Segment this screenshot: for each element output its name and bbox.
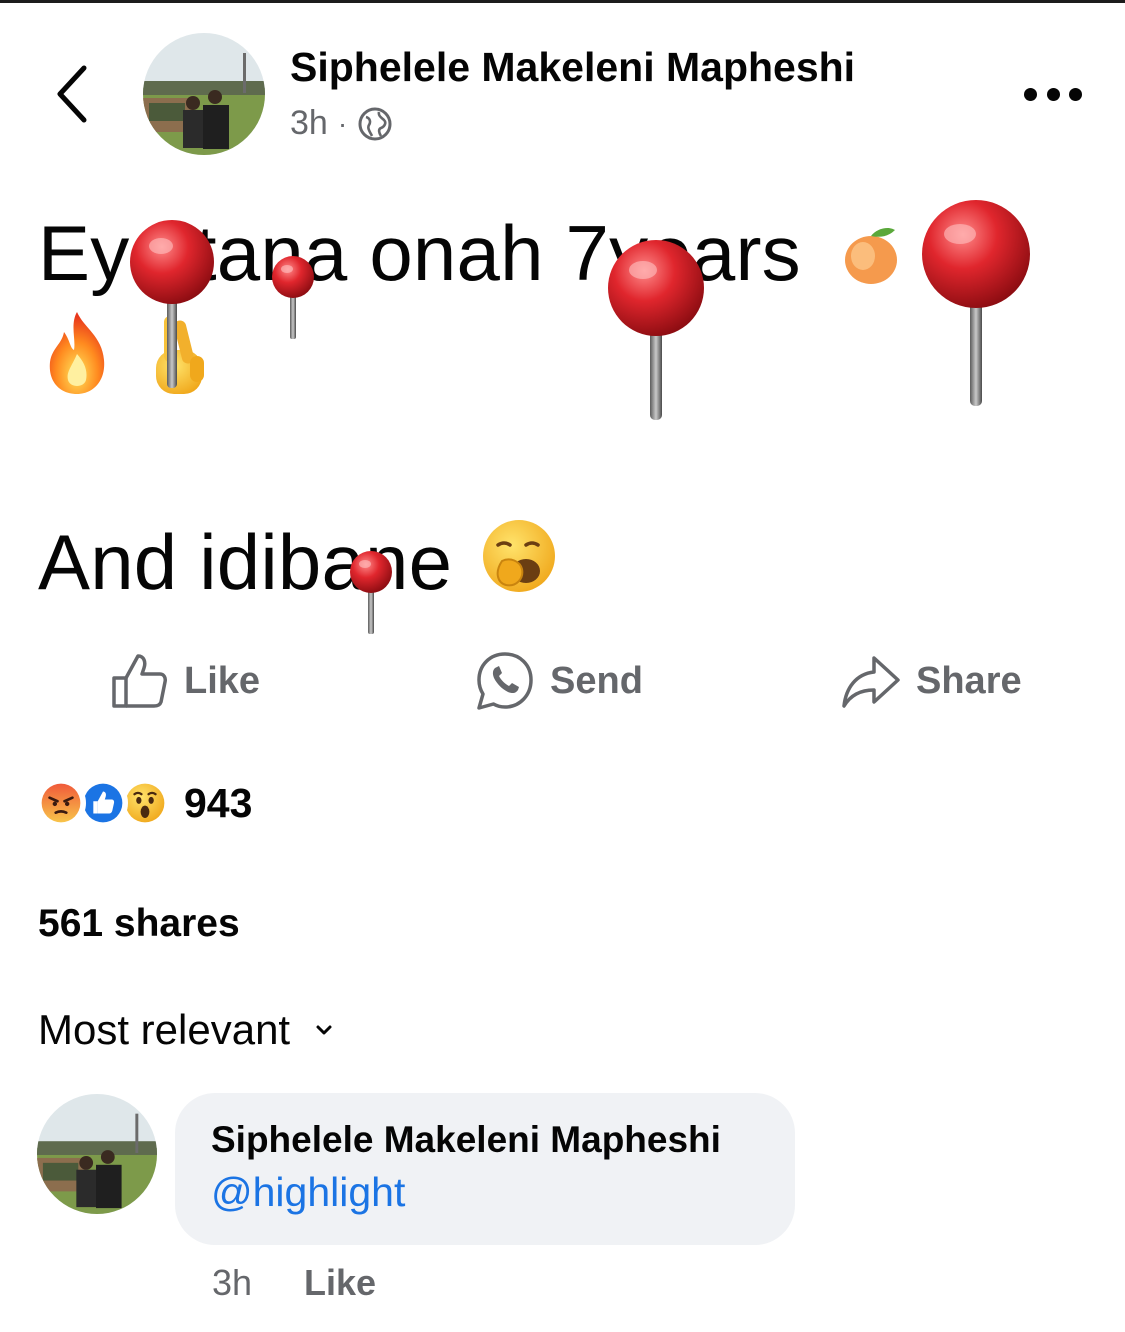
chevron-left-icon — [57, 65, 87, 123]
reactions-summary[interactable]: 943 — [36, 778, 252, 828]
comment-bubble[interactable]: Siphelele Makeleni Mapheshi @highlight — [175, 1093, 795, 1245]
like-button[interactable]: Like — [108, 650, 260, 712]
reaction-count: 943 — [184, 779, 253, 826]
sort-label: Most relevant — [38, 1006, 291, 1053]
post-text-line-2: And idibane — [38, 517, 558, 608]
comment-author[interactable]: Siphelele Makeleni Mapheshi — [211, 1119, 759, 1161]
pushpin-icon — [608, 240, 704, 420]
back-button[interactable] — [44, 58, 100, 130]
shares-count[interactable]: 561 shares — [38, 902, 240, 946]
comment-like-button[interactable]: Like — [304, 1262, 376, 1304]
peach-emoji — [844, 228, 897, 284]
share-label: Share — [916, 659, 1022, 702]
comment-meta: 3h Like — [212, 1262, 376, 1304]
author-name[interactable]: Siphelele Makeleni Mapheshi — [290, 44, 855, 91]
pushpin-icon — [130, 220, 214, 388]
angry-icon — [36, 778, 86, 828]
send-button[interactable]: Send — [474, 650, 643, 712]
pushpin-icon — [350, 551, 392, 634]
thumbs-up-icon — [112, 654, 167, 708]
pushpin-icon — [922, 200, 1030, 406]
top-border — [0, 0, 1125, 3]
more-dot-icon — [1046, 87, 1060, 101]
comment-time: 3h — [212, 1262, 253, 1303]
more-dot-icon — [1024, 87, 1037, 101]
post-meta: 3h · — [290, 104, 393, 143]
meta-separator: · — [337, 107, 348, 139]
share-arrow-icon — [842, 656, 900, 708]
yawning-face-emoji — [483, 520, 556, 592]
comment-sort-dropdown[interactable]: Most relevant — [38, 1006, 334, 1054]
pushpin-icon — [272, 256, 314, 339]
comment-mention-link[interactable]: @highlight — [211, 1169, 759, 1216]
more-dot-icon — [1069, 87, 1082, 101]
post-time[interactable]: 3h — [290, 104, 328, 143]
chevron-down-icon — [316, 1025, 332, 1035]
whatsapp-icon — [477, 652, 533, 710]
send-label: Send — [550, 659, 643, 702]
share-button[interactable]: Share — [840, 650, 1022, 712]
author-avatar[interactable] — [143, 33, 265, 155]
like-label: Like — [184, 659, 261, 702]
commenter-avatar[interactable] — [37, 1094, 157, 1214]
globe-icon — [358, 107, 392, 140]
fire-emoji — [49, 312, 105, 394]
more-options-button[interactable] — [1020, 78, 1086, 110]
